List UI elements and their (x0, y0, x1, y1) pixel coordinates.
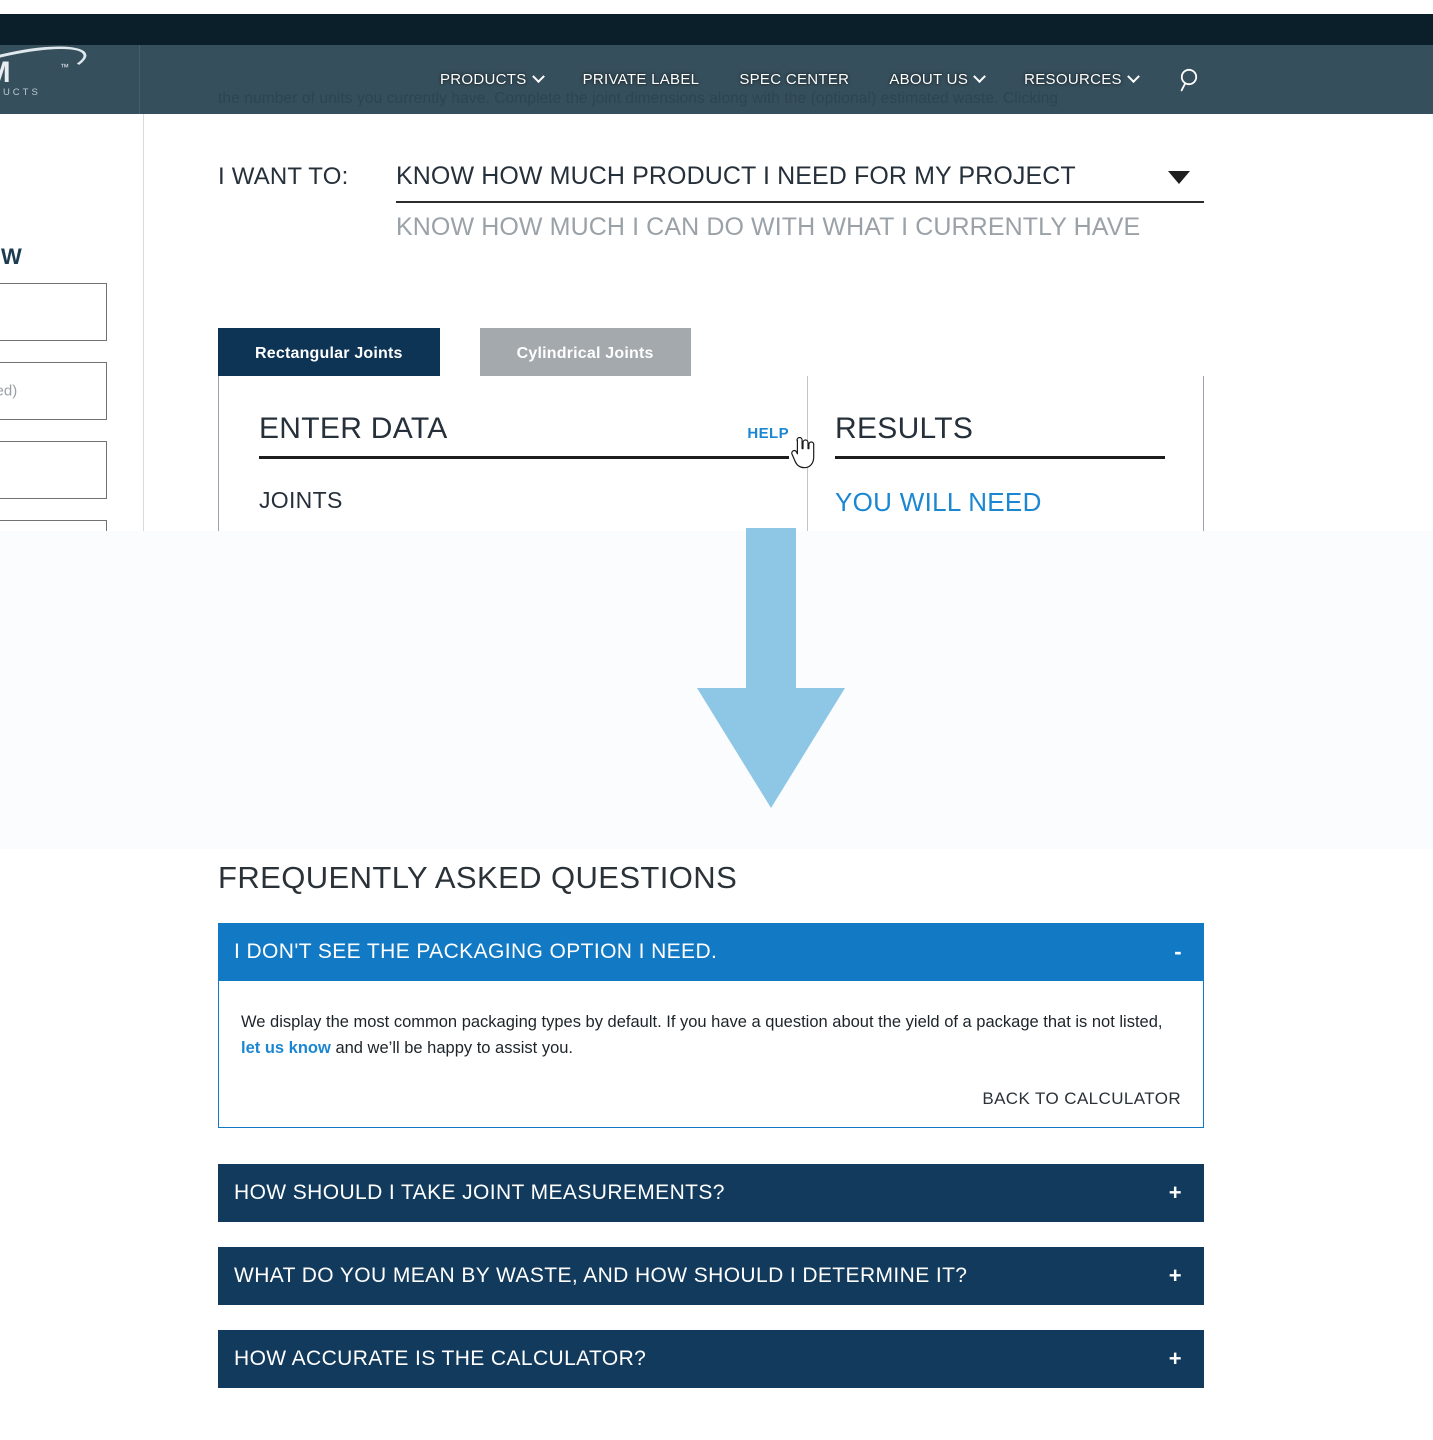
nav-item-about-us[interactable]: ABOUT US (889, 70, 1002, 88)
left-sidebar-form: NOW d) r (required) d) elp you? (0, 114, 144, 531)
nav-item-private-label-label: PRIVATE LABEL (582, 71, 700, 88)
faq-answer-text-part2: and we’ll be happy to assist you. (330, 1039, 574, 1057)
let-us-know-link[interactable]: let us know (241, 1039, 331, 1057)
faq-item-joint-measurements: HOW SHOULD I TAKE JOINT MEASUREMENTS? + (218, 1164, 1204, 1222)
help-link[interactable]: HELP (747, 425, 789, 442)
faq-question-packaging-option: I DON'T SEE THE PACKAGING OPTION I NEED. (234, 940, 718, 963)
joints-label: JOINTS (259, 487, 343, 513)
logo-wordmark: KEM (0, 56, 11, 90)
calculator-section: I WANT TO: KNOW HOW MUCH PRODUCT I NEED … (144, 114, 1433, 531)
nav-item-about-us-label: ABOUT US (889, 71, 969, 88)
you-will-need-label: YOU WILL NEED (835, 487, 1042, 517)
faq-question-accuracy: HOW ACCURATE IS THE CALCULATOR? (234, 1347, 647, 1370)
nav-item-spec-center[interactable]: SPEC CENTER (739, 71, 867, 88)
chevron-down-icon[interactable] (1168, 171, 1190, 184)
plus-icon: + (1168, 1263, 1182, 1288)
enter-data-title: ENTER DATA (259, 412, 448, 445)
sidebar-input-2-placeholder: r (required) (0, 382, 18, 400)
faq-question-joint-measurements: HOW SHOULD I TAKE JOINT MEASUREMENTS? (234, 1181, 725, 1204)
faq-header-accuracy[interactable]: HOW ACCURATE IS THE CALCULATOR? + (218, 1330, 1204, 1388)
logo-tagline: D PRODUCTS (0, 87, 41, 98)
panel-divider (807, 376, 808, 531)
chevron-down-icon (973, 70, 986, 84)
faq-answer-text-part1: We display the most common packaging typ… (241, 1013, 1163, 1031)
joint-type-tabs: Rectangular Joints Cylindrical Joints (218, 328, 691, 380)
page-root: the number of units you currently have. … (0, 0, 1433, 1440)
chevron-down-icon (531, 70, 545, 84)
sidebar-textarea[interactable]: elp you? (0, 520, 107, 531)
back-to-calculator-link[interactable]: BACK TO CALCULATOR (241, 1089, 1181, 1109)
faq-answer-packaging-option: We display the most common packaging typ… (218, 981, 1204, 1128)
faq-header-joint-measurements[interactable]: HOW SHOULD I TAKE JOINT MEASUREMENTS? + (218, 1164, 1204, 1222)
faq-question-waste: WHAT DO YOU MEAN BY WASTE, AND HOW SHOUL… (234, 1264, 968, 1287)
enter-data-header: ENTER DATA HELP (259, 412, 789, 459)
top-utility-strip (0, 14, 1433, 45)
tab-cylindrical-joints[interactable]: Cylindrical Joints (479, 328, 691, 380)
primary-nav: PRODUCTS PRIVATE LABEL SPEC CENTER ABOUT… (440, 45, 1156, 114)
nav-item-products-label: PRODUCTS (440, 71, 527, 88)
faq-section: FREQUENTLY ASKED QUESTIONS I DON'T SEE T… (218, 860, 1204, 1400)
sidebar-input-1[interactable]: d) (0, 283, 107, 341)
nav-item-resources-label: RESOURCES (1024, 71, 1122, 88)
faq-item-packaging-option: I DON'T SEE THE PACKAGING OPTION I NEED.… (218, 923, 1204, 1128)
mode-select-value[interactable]: KNOW HOW MUCH PRODUCT I NEED FOR MY PROJ… (396, 162, 1204, 203)
site-logo[interactable]: KEM ™ D PRODUCTS (0, 45, 140, 114)
down-arrow-annotation-icon (697, 528, 845, 808)
sidebar-input-2[interactable]: r (required) (0, 362, 107, 420)
i-want-to-row: I WANT TO: (218, 163, 348, 191)
minus-icon: - (1174, 939, 1182, 964)
faq-item-waste: WHAT DO YOU MEAN BY WASTE, AND HOW SHOUL… (218, 1247, 1204, 1305)
search-icon[interactable] (1178, 67, 1204, 93)
results-title: RESULTS (835, 412, 974, 445)
faq-item-accuracy: HOW ACCURATE IS THE CALCULATOR? + (218, 1330, 1204, 1388)
i-want-to-label: I WANT TO: (218, 163, 349, 190)
faq-heading: FREQUENTLY ASKED QUESTIONS (218, 860, 738, 895)
logo-trademark-icon: ™ (60, 62, 69, 72)
mode-select-option-alternate[interactable]: KNOW HOW MUCH I CAN DO WITH WHAT I CURRE… (396, 213, 1140, 242)
plus-icon: + (1168, 1346, 1182, 1371)
sidebar-heading: NOW (0, 244, 23, 269)
plus-icon: + (1168, 1180, 1182, 1205)
chevron-down-icon (1126, 70, 1140, 84)
calculator-panel: ENTER DATA HELP JOINTS RESULTS YOU WILL … (218, 376, 1204, 531)
faq-answer-text: We display the most common packaging typ… (241, 1009, 1181, 1061)
nav-item-spec-center-label: SPEC CENTER (739, 71, 850, 88)
results-column: RESULTS YOU WILL NEED (835, 412, 1165, 518)
tab-rectangular-joints[interactable]: Rectangular Joints (218, 328, 440, 380)
sidebar-input-3[interactable]: d) (0, 441, 107, 499)
nav-item-products[interactable]: PRODUCTS (440, 70, 561, 88)
results-header: RESULTS (835, 412, 1165, 459)
mode-select[interactable]: KNOW HOW MUCH PRODUCT I NEED FOR MY PROJ… (396, 162, 1204, 241)
faq-header-packaging-option[interactable]: I DON'T SEE THE PACKAGING OPTION I NEED.… (218, 923, 1204, 981)
logo-artwork: KEM ™ D PRODUCTS (0, 45, 132, 104)
nav-item-resources[interactable]: RESOURCES (1024, 70, 1156, 88)
enter-data-column: ENTER DATA HELP JOINTS (259, 412, 789, 514)
faq-header-waste[interactable]: WHAT DO YOU MEAN BY WASTE, AND HOW SHOUL… (218, 1247, 1204, 1305)
nav-item-private-label[interactable]: PRIVATE LABEL (583, 71, 718, 88)
